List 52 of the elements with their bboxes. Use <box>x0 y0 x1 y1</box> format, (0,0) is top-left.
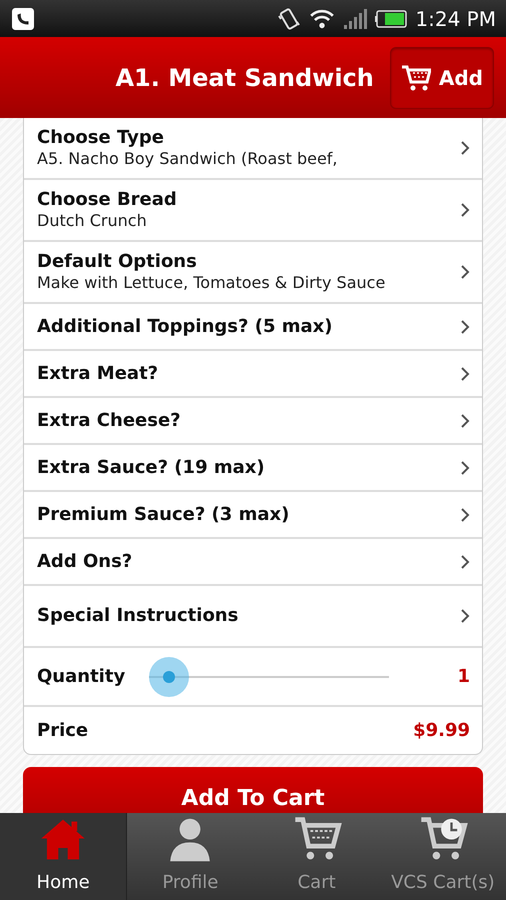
chevron-right-icon <box>460 460 470 474</box>
chevron-right-icon <box>460 141 470 155</box>
tab[interactable]: Profile <box>127 813 254 900</box>
option-row[interactable]: Extra Sauce? (19 max) <box>24 445 482 492</box>
option-label: Extra Meat? <box>37 362 160 386</box>
option-label: Add Ons? <box>37 550 134 574</box>
option-row[interactable]: Extra Cheese? <box>24 398 482 445</box>
battery-icon <box>375 10 408 28</box>
option-row[interactable]: Additional Toppings? (5 max) <box>24 304 482 351</box>
signal-icon <box>343 8 368 28</box>
option-value: A5. Nacho Boy Sandwich (Roast beef, <box>37 149 339 170</box>
clock-time: 1:24 PM <box>415 6 496 32</box>
option-label: Extra Cheese? <box>37 408 182 432</box>
add-button[interactable]: Add <box>390 46 494 108</box>
chevron-right-icon <box>460 414 470 428</box>
quantity-label: Quantity <box>37 664 126 688</box>
chevron-right-icon <box>460 366 470 380</box>
option-label: Special Instructions <box>37 604 240 628</box>
chevron-right-icon <box>460 265 470 279</box>
option-row[interactable]: Add Ons? <box>24 539 482 586</box>
chevron-right-icon <box>460 508 470 522</box>
cart-icon <box>400 64 431 92</box>
slider-thumb[interactable] <box>149 656 190 696</box>
option-label: Default Options <box>37 250 198 274</box>
option-label: Choose Type <box>37 126 165 150</box>
option-row[interactable]: Special Instructions <box>24 586 482 648</box>
option-label: Additional Toppings? (5 max) <box>37 314 334 338</box>
tab[interactable]: Cart <box>254 813 380 900</box>
tab[interactable]: VCS Cart(s) <box>380 813 506 900</box>
option-value: Make with Lettuce, Tomatoes & Dirty Sauce <box>37 273 386 294</box>
option-value: Dutch Crunch <box>37 211 148 232</box>
option-row[interactable]: Extra Meat? <box>24 351 482 398</box>
wifi-icon <box>309 8 336 30</box>
add-to-cart-button[interactable]: Add To Cart <box>23 767 483 813</box>
chevron-right-icon <box>460 203 470 217</box>
chevron-right-icon <box>460 609 470 623</box>
price-label: Price <box>37 718 88 742</box>
price-value: $9.99 <box>413 719 470 743</box>
chevron-right-icon <box>460 554 470 568</box>
option-row[interactable]: Premium Sauce? (3 max) <box>24 492 482 539</box>
option-row[interactable]: Choose Bread Dutch Crunch <box>24 180 482 242</box>
vibrate-icon <box>277 6 302 30</box>
tab[interactable]: Home <box>0 813 128 900</box>
option-label: Extra Sauce? (19 max) <box>37 456 266 480</box>
option-row[interactable]: Default Options Make with Lettuce, Tomatoes & Dirty Sauce <box>24 242 482 304</box>
chevron-right-icon <box>460 320 470 334</box>
app-notification-icon <box>12 8 34 30</box>
option-row[interactable]: Choose Type A5. Nacho Boy Sandwich (Roast beef, <box>24 118 482 180</box>
option-label: Premium Sauce? (3 max) <box>37 502 290 526</box>
screen-title: A1. Meat Sandwich <box>115 62 374 94</box>
option-label: Choose Bread <box>37 188 178 212</box>
quantity-value: 1 <box>457 665 470 689</box>
